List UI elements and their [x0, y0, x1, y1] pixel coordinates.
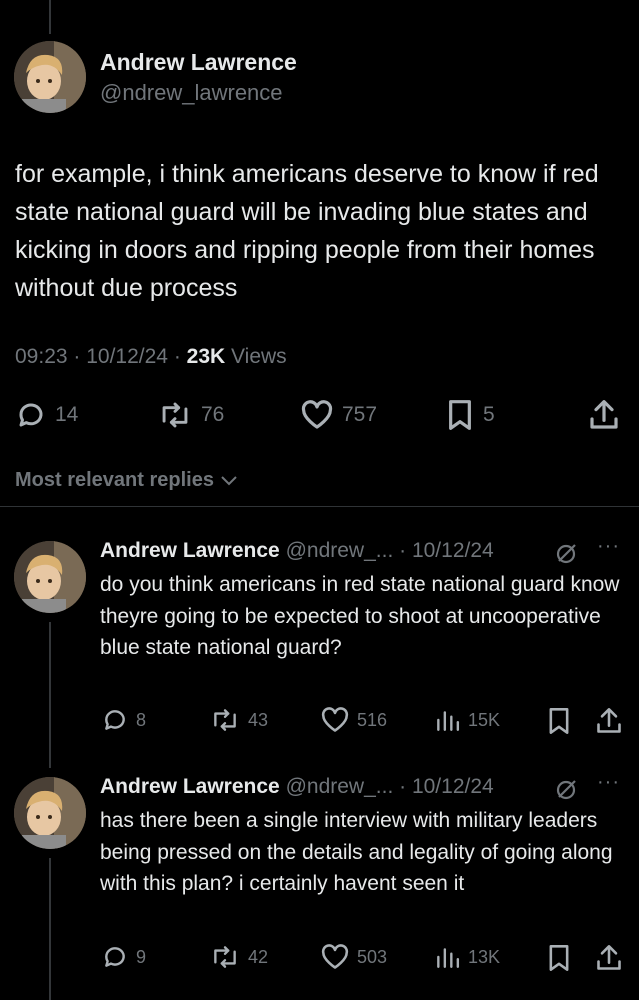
reply-header: Andrew Lawrence @ndrew_... · 10/12/24 [100, 775, 494, 798]
avatar[interactable] [14, 541, 86, 613]
reply-text: has there been a single interview with m… [100, 809, 613, 895]
repost-count: 43 [248, 709, 269, 730]
author-name[interactable]: Andrew Lawrence [100, 49, 297, 76]
post-time[interactable]: 09:23 [15, 345, 68, 368]
reply-icon [105, 710, 125, 730]
reply-date[interactable]: 10/12/24 [412, 539, 494, 562]
reply-author-name[interactable]: Andrew Lawrence [100, 775, 280, 798]
like-button[interactable]: 503 [321, 944, 387, 970]
reply-button[interactable]: 9 [102, 944, 146, 970]
share-button[interactable] [589, 397, 619, 433]
reply-count: 9 [136, 946, 147, 967]
views-label: Views [231, 345, 287, 368]
reply-author-handle[interactable]: @ndrew_... [286, 539, 394, 562]
repost-button[interactable]: 43 [210, 707, 268, 733]
views-count: 23K [186, 345, 226, 368]
bookmark-count: 5 [483, 403, 495, 426]
like-count: 757 [342, 403, 378, 426]
like-icon [321, 944, 349, 969]
repost-button[interactable]: 76 [158, 397, 224, 433]
views-count: 13K [468, 946, 501, 967]
bookmark-icon [549, 945, 569, 971]
bookmark-button[interactable] [547, 944, 571, 972]
thread-connector-line [49, 0, 51, 34]
avatar[interactable] [14, 41, 86, 113]
bookmark-icon [449, 400, 471, 430]
repost-icon [162, 402, 188, 428]
views-button[interactable]: 15K [434, 707, 500, 733]
repost-icon [214, 946, 236, 968]
repost-count: 42 [248, 946, 269, 967]
reply-button[interactable]: 8 [102, 707, 146, 733]
thread-connector-line [49, 858, 51, 1000]
author-handle[interactable]: @ndrew_lawrence [100, 80, 283, 106]
more-icon[interactable]: ··· [597, 535, 620, 558]
reply-date[interactable]: 10/12/24 [412, 775, 494, 798]
views-button[interactable]: 13K [434, 944, 500, 970]
post-meta: 09:23 · 10/12/24 · 23K Views [15, 345, 287, 368]
reply-author-handle[interactable]: @ndrew_... [286, 775, 394, 798]
share-button[interactable] [596, 944, 622, 972]
like-button[interactable]: 516 [321, 707, 387, 733]
share-icon [597, 945, 621, 970]
repost-icon [214, 709, 236, 731]
reply-icon [19, 403, 43, 427]
like-button[interactable]: 757 [301, 397, 377, 433]
like-icon [321, 707, 349, 732]
share-button[interactable] [596, 707, 622, 735]
grok-icon[interactable] [555, 541, 579, 565]
divider [0, 506, 639, 507]
reply-button[interactable]: 14 [16, 397, 78, 433]
post-text: for example, i think americans deserve t… [15, 160, 599, 302]
views-icon [437, 711, 460, 731]
like-count: 516 [357, 709, 388, 730]
like-count: 503 [357, 946, 388, 967]
bookmark-button[interactable] [547, 707, 571, 735]
more-icon[interactable]: ··· [597, 771, 620, 794]
replies-sort-dropdown[interactable]: Most relevant replies [15, 469, 238, 492]
repost-count: 76 [201, 403, 225, 426]
views-icon [437, 948, 460, 968]
chevron-down-icon [221, 475, 237, 485]
share-icon [597, 708, 621, 733]
reply-count: 8 [136, 709, 147, 730]
reply-author-name[interactable]: Andrew Lawrence [100, 539, 280, 562]
post-date[interactable]: 10/12/24 [86, 345, 168, 368]
like-icon [301, 400, 333, 429]
reply-icon [105, 947, 125, 967]
avatar[interactable] [14, 777, 86, 849]
replies-sort-label: Most relevant replies [15, 469, 214, 491]
grok-icon[interactable] [555, 777, 579, 801]
repost-button[interactable]: 42 [210, 944, 268, 970]
reply-count: 14 [55, 403, 79, 426]
reply-header: Andrew Lawrence @ndrew_... · 10/12/24 [100, 539, 494, 562]
bookmark-icon [549, 708, 569, 734]
bookmark-button[interactable]: 5 [446, 397, 495, 433]
share-icon [590, 400, 618, 429]
views-count: 15K [468, 709, 501, 730]
reply-text: do you think americans in red state nati… [100, 573, 620, 659]
thread-connector-line [49, 622, 51, 768]
